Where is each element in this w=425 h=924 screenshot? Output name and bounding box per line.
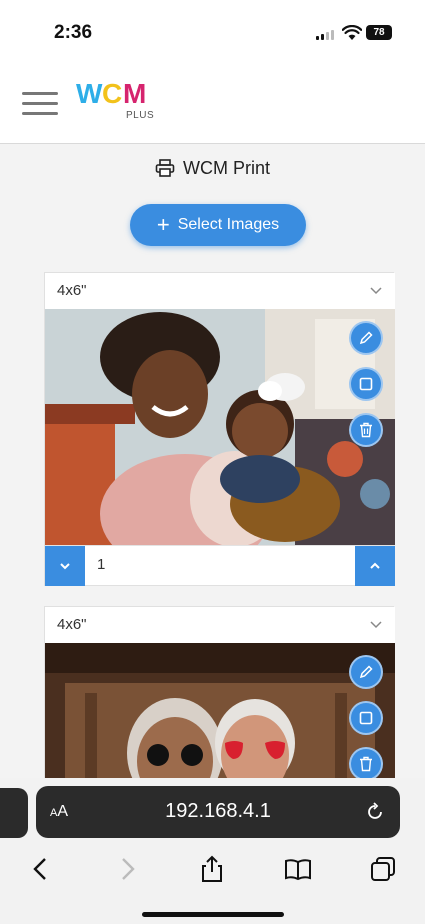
chevron-down-icon xyxy=(370,287,382,295)
chevron-up-icon xyxy=(370,562,380,569)
crop-button[interactable] xyxy=(349,367,383,401)
crop-square-icon xyxy=(359,711,373,725)
back-icon[interactable] xyxy=(26,854,56,884)
browser-bottom-bar: AA 192.168.4.1 xyxy=(0,778,425,924)
plus-icon: + xyxy=(156,212,170,237)
status-bar: 2:36 78 xyxy=(0,0,425,66)
page-title: WCM Print xyxy=(0,158,425,179)
bookmarks-icon[interactable] xyxy=(283,854,313,884)
size-value: 4x6" xyxy=(57,616,87,633)
browser-toolbar xyxy=(0,846,425,894)
share-icon[interactable] xyxy=(197,854,227,884)
photo-mother-daughter xyxy=(45,309,395,545)
edit-button[interactable] xyxy=(349,655,383,689)
delete-button[interactable] xyxy=(349,413,383,447)
size-value: 4x6" xyxy=(57,282,87,299)
trash-icon xyxy=(360,422,372,438)
cellular-signal-icon xyxy=(316,30,336,40)
quantity-input[interactable]: 1 xyxy=(97,556,105,573)
delete-button[interactable] xyxy=(349,747,383,778)
printer-icon xyxy=(155,159,175,177)
print-card: 4x6" xyxy=(44,606,395,778)
battery-icon: 78 xyxy=(366,25,392,40)
print-card: 4x6" xyxy=(44,272,395,586)
chevron-down-icon xyxy=(60,563,70,570)
quantity-stepper: 1 xyxy=(45,545,395,586)
reload-icon[interactable] xyxy=(364,801,386,823)
quantity-decrease-button[interactable] xyxy=(45,546,85,586)
trash-icon xyxy=(360,756,372,772)
quantity-increase-button[interactable] xyxy=(355,546,395,586)
wifi-icon xyxy=(342,25,362,40)
page-title-text: WCM Print xyxy=(183,158,270,178)
crop-button[interactable] xyxy=(349,701,383,735)
home-indicator[interactable] xyxy=(142,912,284,917)
select-images-button[interactable]: + Select Images xyxy=(130,204,306,246)
address-bar[interactable]: AA 192.168.4.1 xyxy=(36,786,400,838)
size-select[interactable]: 4x6" xyxy=(45,273,395,309)
wcm-plus-logo[interactable]: W C M PLUS xyxy=(76,78,166,130)
status-time: 2:36 xyxy=(54,22,93,43)
main-content: WCM Print + Select Images 4x6" 1 4x6" xyxy=(0,144,425,778)
edit-pencil-icon xyxy=(359,665,373,679)
edit-button[interactable] xyxy=(349,321,383,355)
edit-pencil-icon xyxy=(359,331,373,345)
photo-couple-sunglasses xyxy=(45,643,395,778)
logo-sub-text: PLUS xyxy=(126,110,155,121)
select-images-label: Select Images xyxy=(177,216,280,233)
menu-icon[interactable] xyxy=(22,86,58,120)
previous-tab-edge[interactable] xyxy=(0,788,28,838)
crop-square-icon xyxy=(359,377,373,391)
forward-icon[interactable] xyxy=(112,854,142,884)
app-header: W C M PLUS xyxy=(0,66,425,144)
chevron-down-icon xyxy=(370,621,382,629)
tabs-icon[interactable] xyxy=(368,854,398,884)
url-text: 192.168.4.1 xyxy=(165,800,271,822)
size-select[interactable]: 4x6" xyxy=(45,607,395,643)
